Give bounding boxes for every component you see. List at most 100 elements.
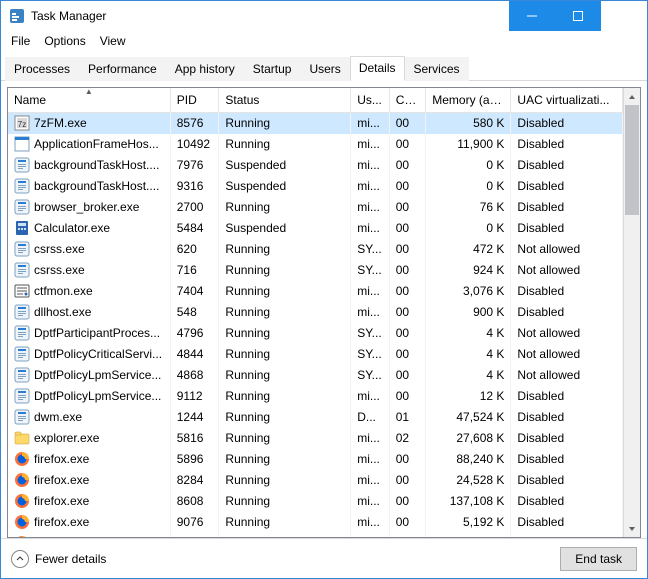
menu-view[interactable]: View: [94, 33, 132, 49]
menu-file[interactable]: File: [5, 33, 36, 49]
maximize-button[interactable]: [555, 1, 601, 31]
cell-pid: 4868: [170, 365, 219, 386]
table-row[interactable]: explorer.exe5816Runningmi...0227,608 KDi…: [8, 428, 623, 449]
cell-memory: 88,240 K: [426, 449, 511, 470]
cell-pid: 8000: [170, 533, 219, 537]
cell-uac: Disabled: [511, 491, 623, 512]
fewer-details-button[interactable]: Fewer details: [11, 550, 106, 568]
cell-pid: 5484: [170, 218, 219, 239]
col-status[interactable]: Status: [219, 88, 351, 113]
tab-performance[interactable]: Performance: [79, 57, 166, 81]
tab-details[interactable]: Details: [350, 56, 405, 81]
process-icon: [14, 241, 30, 257]
process-icon: [14, 367, 30, 383]
scroll-down-button[interactable]: [624, 520, 640, 537]
vertical-scrollbar[interactable]: [623, 88, 640, 537]
close-button[interactable]: [601, 1, 647, 31]
cell-cpu: 01: [389, 407, 426, 428]
cell-memory: 47,524 K: [426, 407, 511, 428]
table-row[interactable]: firefox.exe9076Runningmi...005,192 KDisa…: [8, 512, 623, 533]
cell-status: Running: [219, 113, 351, 135]
process-icon: 7z: [14, 115, 30, 131]
tabstrip: Processes Performance App history Startu…: [1, 51, 647, 81]
process-icon: [14, 157, 30, 173]
col-name[interactable]: ▲Name: [8, 88, 170, 113]
process-icon: [14, 220, 30, 236]
col-pid[interactable]: PID: [170, 88, 219, 113]
cell-user: mi...: [351, 533, 390, 537]
cell-cpu: 02: [389, 428, 426, 449]
table-row[interactable]: dllhost.exe548Runningmi...00900 KDisable…: [8, 302, 623, 323]
process-table-scroll[interactable]: ▲Name PID Status Us... CPU Memory (ac...…: [8, 88, 623, 537]
minimize-button[interactable]: [509, 1, 555, 31]
table-row[interactable]: dwm.exe1244RunningD...0147,524 KDisabled: [8, 407, 623, 428]
cell-memory: 137,108 K: [426, 491, 511, 512]
cell-pid: 5896: [170, 449, 219, 470]
cell-user: mi...: [351, 428, 390, 449]
tab-services[interactable]: Services: [405, 57, 469, 81]
table-row[interactable]: csrss.exe620RunningSY...00472 KNot allow…: [8, 239, 623, 260]
chevron-up-icon: [11, 550, 29, 568]
end-task-button[interactable]: End task: [560, 547, 637, 571]
cell-user: mi...: [351, 386, 390, 407]
titlebar[interactable]: Task Manager: [1, 1, 647, 31]
cell-uac: Disabled: [511, 428, 623, 449]
col-uac[interactable]: UAC virtualizati...: [511, 88, 623, 113]
tab-processes[interactable]: Processes: [5, 57, 79, 81]
cell-status: Suspended: [219, 176, 351, 197]
cell-pid: 7404: [170, 281, 219, 302]
tab-users[interactable]: Users: [300, 57, 349, 81]
process-icon: [14, 535, 30, 537]
cell-cpu: 00: [389, 197, 426, 218]
table-row[interactable]: DptfPolicyLpmService...4868RunningSY...0…: [8, 365, 623, 386]
table-row[interactable]: browser_broker.exe2700Runningmi...0076 K…: [8, 197, 623, 218]
table-row[interactable]: ApplicationFrameHos...10492Runningmi...0…: [8, 134, 623, 155]
cell-uac: Not allowed: [511, 344, 623, 365]
table-row[interactable]: backgroundTaskHost....7976Suspendedmi...…: [8, 155, 623, 176]
process-name-text: DptfPolicyCriticalServi...: [34, 347, 162, 361]
scroll-thumb[interactable]: [625, 105, 639, 215]
cell-status: Running: [219, 344, 351, 365]
cell-user: mi...: [351, 491, 390, 512]
col-user[interactable]: Us...: [351, 88, 390, 113]
cell-pid: 620: [170, 239, 219, 260]
table-row[interactable]: DptfPolicyLpmService...9112Runningmi...0…: [8, 386, 623, 407]
table-row[interactable]: firefox.exe8608Runningmi...00137,108 KDi…: [8, 491, 623, 512]
table-row[interactable]: firefox.exe5896Runningmi...0088,240 KDis…: [8, 449, 623, 470]
cell-memory: 24,528 K: [426, 470, 511, 491]
table-row[interactable]: Calculator.exe5484Suspendedmi...000 KDis…: [8, 218, 623, 239]
table-row[interactable]: DptfParticipantProces...4796RunningSY...…: [8, 323, 623, 344]
cell-uac: Disabled: [511, 470, 623, 491]
cell-user: D...: [351, 407, 390, 428]
process-name-text: dllhost.exe: [34, 305, 91, 319]
cell-uac: Not allowed: [511, 323, 623, 344]
table-row[interactable]: firefox.exe8284Runningmi...0024,528 KDis…: [8, 470, 623, 491]
cell-uac: Disabled: [511, 155, 623, 176]
cell-pid: 10492: [170, 134, 219, 155]
cell-uac: Disabled: [511, 113, 623, 135]
process-name-text: Calculator.exe: [34, 221, 110, 235]
cell-memory: 27,608 K: [426, 428, 511, 449]
table-row[interactable]: backgroundTaskHost....9316Suspendedmi...…: [8, 176, 623, 197]
table-row[interactable]: 7z7zFM.exe8576Runningmi...00580 KDisable…: [8, 113, 623, 135]
table-row[interactable]: ctfmon.exe7404Runningmi...003,076 KDisab…: [8, 281, 623, 302]
cell-name: Calculator.exe: [8, 218, 170, 239]
cell-name: firefox.exe: [8, 449, 170, 470]
process-name-text: firefox.exe: [34, 536, 89, 537]
table-row[interactable]: firefox.exe8000Runningmi...001,348 KDisa…: [8, 533, 623, 537]
tab-startup[interactable]: Startup: [244, 57, 301, 81]
process-name-text: browser_broker.exe: [34, 200, 139, 214]
col-memory[interactable]: Memory (ac...: [426, 88, 511, 113]
col-cpu[interactable]: CPU: [389, 88, 426, 113]
cell-status: Suspended: [219, 218, 351, 239]
process-icon: [14, 409, 30, 425]
cell-status: Running: [219, 491, 351, 512]
tab-app-history[interactable]: App history: [166, 57, 244, 81]
scroll-up-button[interactable]: [624, 88, 640, 105]
details-panel: ▲Name PID Status Us... CPU Memory (ac...…: [1, 81, 647, 538]
table-row[interactable]: DptfPolicyCriticalServi...4844RunningSY.…: [8, 344, 623, 365]
menu-options[interactable]: Options: [38, 33, 91, 49]
table-row[interactable]: csrss.exe716RunningSY...00924 KNot allow…: [8, 260, 623, 281]
cell-user: mi...: [351, 302, 390, 323]
cell-name: DptfParticipantProces...: [8, 323, 170, 344]
